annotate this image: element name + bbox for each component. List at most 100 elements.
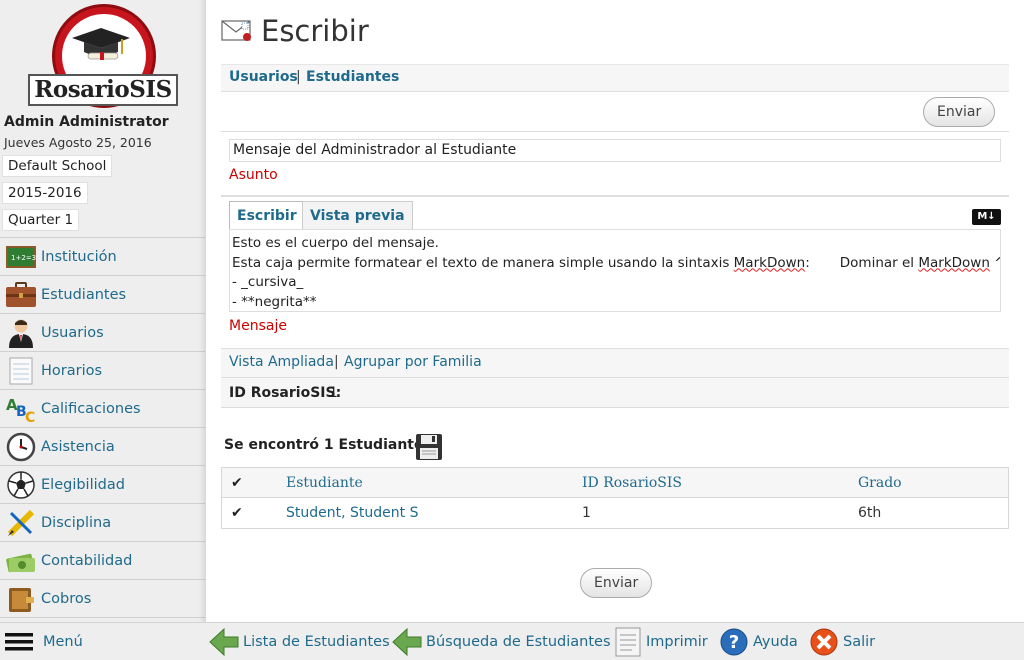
logout-button[interactable]: Salir — [809, 623, 875, 660]
sidebar-item-label: Horarios — [41, 362, 103, 379]
sidebar-item-label: Contabilidad — [41, 552, 133, 569]
tab-escribir[interactable]: Escribir — [229, 201, 305, 230]
svg-text:C: C — [25, 410, 35, 424]
help-icon: ? — [719, 627, 749, 657]
sidebar-item-label: Cobros — [41, 590, 92, 607]
link-estudiantes[interactable]: Estudiantes — [306, 69, 399, 85]
menu-button[interactable]: Menú — [5, 623, 83, 660]
group-by-family-link[interactable]: Agrupar por Familia — [344, 354, 482, 370]
logo-text: RosarioSIS — [28, 74, 178, 106]
subject-input[interactable]: Mensaje del Administrador al Estudiante — [229, 139, 1001, 162]
sidebar-item-elegibilidad[interactable]: Elegibilidad — [0, 466, 205, 504]
id-value: 1 — [329, 385, 338, 401]
send-button-top[interactable]: Enviar — [923, 97, 996, 127]
select-all-checkbox[interactable]: ✔ — [231, 475, 243, 491]
body-line: - _cursiva_ — [232, 274, 304, 290]
send-button-bottom[interactable]: Enviar — [580, 568, 653, 598]
body-line: - **negrita** — [232, 293, 317, 310]
sidebar-item-label: Usuarios — [41, 324, 104, 341]
id-label: ID RosarioSIS: — [229, 385, 342, 401]
nav-separator: | — [296, 69, 301, 85]
page-header: Escribir — [221, 14, 369, 48]
link-usuarios[interactable]: Usuarios — [229, 69, 298, 85]
sidebar-item-cobros[interactable]: Cobros — [0, 580, 205, 618]
sidebar-item-contabilidad[interactable]: Contabilidad — [0, 542, 205, 580]
back-arrow-icon — [392, 627, 422, 657]
sidebar-item-usuarios[interactable]: Usuarios — [0, 314, 205, 352]
user-icon — [4, 318, 38, 348]
options-bar: Vista Ampliada | Agrupar por Familia — [221, 349, 1009, 378]
save-icon[interactable] — [415, 433, 443, 461]
column-header-estudiante[interactable]: Estudiante — [286, 475, 363, 491]
chalkboard-icon: 1+2=3 — [4, 242, 38, 272]
sidebar-item-estudiantes[interactable]: Estudiantes — [0, 276, 205, 314]
notepad-icon — [4, 356, 38, 386]
logout-label: Salir — [843, 634, 876, 650]
students-table: ✔ Estudiante ID RosarioSIS Grado ✔ Stude… — [221, 467, 1009, 529]
quarter-select[interactable]: Quarter 1 — [2, 209, 80, 231]
sidebar: RosarioSIS Admin Administrator Jueves Ag… — [0, 0, 206, 622]
back-arrow-icon — [209, 627, 239, 657]
student-name-link[interactable]: Student, Student S — [286, 505, 418, 521]
help-button[interactable]: ? Ayuda — [719, 623, 798, 660]
briefcase-icon — [4, 280, 38, 310]
subject-label: Asunto — [229, 167, 278, 183]
sidebar-item-label: Disciplina — [41, 514, 112, 531]
hamburger-icon — [5, 632, 33, 652]
sidebar-item-label: Institución — [41, 248, 117, 265]
body-line: Esto es el cuerpo del mensaje. — [232, 235, 439, 251]
pencil-icon — [4, 508, 38, 538]
money-icon — [4, 546, 38, 576]
table-row: ✔ Student, Student S 1 6th — [222, 498, 1008, 528]
svg-text:1+2=3: 1+2=3 — [11, 254, 36, 262]
sidebar-item-asistencia[interactable]: Asistencia — [0, 428, 205, 466]
student-search-label: Búsqueda de Estudiantes — [426, 634, 611, 650]
student-id: 1 — [582, 505, 591, 521]
print-button[interactable]: Imprimir — [614, 623, 708, 660]
sidebar-item-calificaciones[interactable]: ABC Calificaciones — [0, 390, 205, 428]
id-row: ID RosarioSIS: 1 — [221, 378, 1009, 408]
logo[interactable]: RosarioSIS — [0, 0, 205, 110]
sidebar-menu: 1+2=3 Institución Estudiantes Usuarios H… — [0, 237, 205, 618]
close-icon — [809, 627, 839, 657]
sidebar-item-horarios[interactable]: Horarios — [0, 352, 205, 390]
envelope-icon — [221, 20, 251, 41]
bottom-toolbar: Menú Lista de Estudiantes Búsqueda de Es… — [0, 622, 1024, 660]
print-document-icon — [614, 626, 642, 658]
table-header-row: ✔ Estudiante ID RosarioSIS Grado — [222, 468, 1008, 498]
menu-label: Menú — [43, 634, 83, 650]
student-search-button[interactable]: Búsqueda de Estudiantes — [392, 623, 611, 660]
abc-icon: ABC — [4, 394, 38, 424]
markdown-help-link[interactable]: Dominar el MarkDown ^ — [840, 255, 1000, 271]
subject-section: Mensaje del Administrador al Estudiante … — [221, 132, 1009, 196]
column-header-grado[interactable]: Grado — [858, 475, 902, 491]
graduation-cap-icon — [72, 28, 130, 60]
sidebar-item-label: Estudiantes — [41, 286, 127, 303]
wallet-icon — [4, 584, 38, 614]
school-select[interactable]: Default School — [2, 155, 113, 177]
sidebar-item-label: Calificaciones — [41, 400, 141, 417]
current-date: Jueves Agosto 25, 2016 — [4, 135, 152, 150]
sidebar-item-disciplina[interactable]: Disciplina — [0, 504, 205, 542]
column-header-id[interactable]: ID RosarioSIS — [582, 475, 682, 491]
print-label: Imprimir — [646, 634, 708, 650]
student-grade: 6th — [858, 505, 882, 521]
tab-vista-previa[interactable]: Vista previa — [302, 201, 413, 230]
student-list-label: Lista de Estudiantes — [243, 634, 390, 650]
student-list-button[interactable]: Lista de Estudiantes — [209, 623, 390, 660]
sidebar-item-label: Elegibilidad — [41, 476, 125, 493]
expanded-view-link[interactable]: Vista Ampliada — [229, 354, 334, 370]
row-checkbox[interactable]: ✔ — [231, 505, 243, 521]
soccer-ball-icon — [4, 470, 38, 500]
message-body-textarea[interactable]: Esto es el cuerpo del mensaje. Esta caja… — [229, 229, 1001, 312]
clock-icon — [4, 432, 38, 462]
year-select[interactable]: 2015-2016 — [2, 182, 88, 204]
svg-text:?: ? — [729, 632, 739, 653]
user-name: Admin Administrator — [4, 114, 169, 130]
send-bar: Enviar — [221, 92, 1009, 132]
recipient-type-bar: Usuarios | Estudiantes — [221, 64, 1009, 92]
help-label: Ayuda — [753, 634, 798, 650]
sidebar-item-institucion[interactable]: 1+2=3 Institución — [0, 238, 205, 276]
divider — [221, 196, 1009, 197]
options-separator: | — [334, 354, 339, 370]
